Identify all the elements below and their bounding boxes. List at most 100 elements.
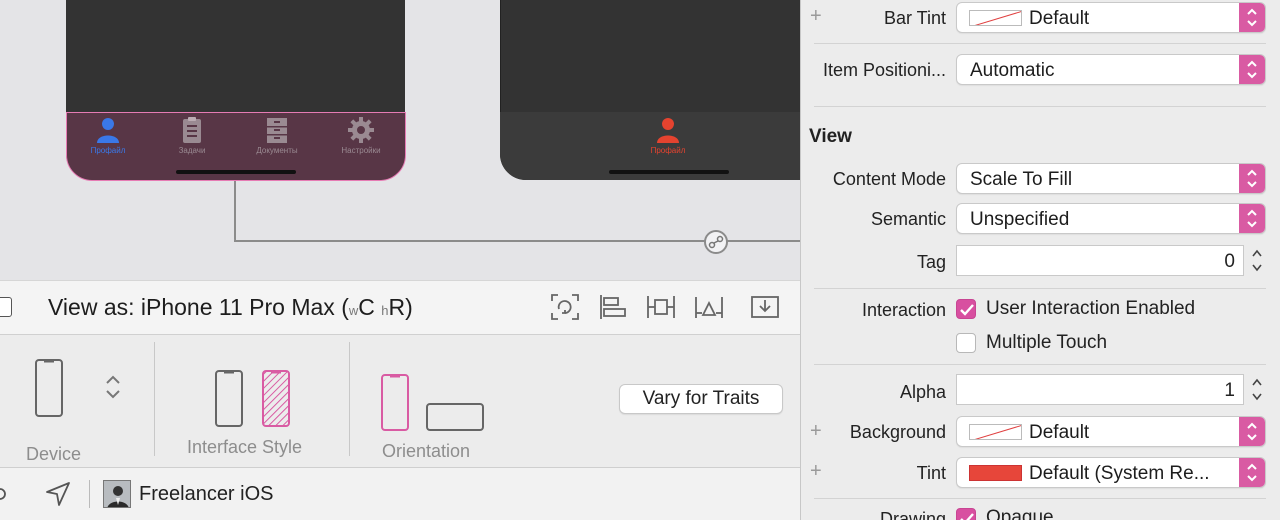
home-indicator-2 [609,170,729,174]
traits-divider [154,342,155,456]
bar-tint-label: Bar Tint [883,8,946,28]
tab-item-profile-2[interactable]: Профайл [628,116,708,155]
color-swatch [969,10,1022,26]
relationship-segue-icon[interactable] [704,230,728,254]
multiple-touch-checkbox[interactable] [956,333,976,353]
align-icon[interactable] [598,293,628,321]
tag-field[interactable]: 0 [956,245,1244,276]
background-value: Default [1029,422,1090,443]
clipboard-icon [183,117,201,143]
item-positioning-label: Item Positioni... [822,60,946,80]
project-avatar [103,480,131,508]
tint-popup[interactable]: Default (System Re... [956,457,1266,488]
tab-item-profile[interactable]: Профайл [68,116,148,155]
update-frames-icon[interactable] [550,293,580,321]
bar-tint-value: Default [1029,8,1090,29]
tab-label-profile-2: Профайл [650,146,686,155]
tag-value: 0 [1224,251,1235,272]
popup-chevron-icon [1239,417,1265,446]
tab-item-tasks[interactable]: Задачи [152,116,232,155]
alpha-field[interactable]: 1 [956,374,1244,405]
view-as-label[interactable]: View as: iPhone 11 Pro Max (wC hR) [48,294,413,321]
multiple-touch-label: Multiple Touch [986,332,1108,353]
tag-stepper[interactable] [1248,245,1266,276]
content-mode-label: Content Mode [832,169,946,189]
home-indicator [176,170,296,174]
inspector-separator [814,288,1266,289]
tab-item-settings[interactable]: Настройки [321,116,401,155]
device-label: Device [26,444,82,464]
semantic-popup[interactable]: Unspecified [956,203,1266,234]
popup-chevron-icon [1239,3,1265,32]
tab-label-profile: Профайл [90,146,126,155]
opaque-checkbox[interactable] [956,508,976,520]
resolve-issues-icon[interactable] [694,293,724,321]
tint-label: Tint [916,463,946,483]
inspector-separator [814,106,1266,107]
device-iphone-icon[interactable] [34,358,64,418]
link-icon[interactable] [0,484,14,504]
portrait-orientation-icon[interactable] [380,373,410,433]
inspector-separator [814,498,1266,499]
person-icon [97,118,119,143]
view-as-device: View as: iPhone 11 Pro Max ( [48,294,349,320]
popup-chevron-icon [1239,458,1265,487]
content-mode-value: Scale To Fill [970,169,1073,190]
project-name: Freelancer iOS [139,483,274,505]
bar-tint-popup[interactable]: Default [956,2,1266,33]
height-class-prefix: h [381,303,389,318]
add-constraints-icon[interactable] [646,293,676,321]
dark-appearance-icon[interactable] [261,369,291,429]
vary-for-traits-button[interactable]: Vary for Traits [619,384,783,414]
orientation-label: Orientation [382,441,471,461]
popup-chevron-icon [1239,55,1265,84]
user-interaction-checkbox[interactable] [956,299,976,319]
cabinet-icon [267,118,287,143]
add-variation-button[interactable]: + [810,5,822,28]
width-class: C [358,294,375,320]
background-label: Background [849,422,946,442]
view-as-suffix: ) [405,294,413,320]
device-stepper-icon[interactable] [104,374,122,400]
interface-style-label: Interface Style [187,437,303,457]
opaque-label: Opaque [986,507,1054,520]
landscape-orientation-icon[interactable] [425,402,485,432]
add-variation-button[interactable]: + [810,420,822,443]
interaction-label: Interaction [861,300,946,320]
inspector-separator [814,43,1266,44]
popup-chevron-icon [1239,164,1265,193]
toggle-outline-checkbox[interactable] [0,297,12,317]
alpha-value: 1 [1224,380,1235,401]
tab-item-documents[interactable]: Документы [237,116,317,155]
color-swatch [969,424,1022,440]
segue-line [234,181,236,241]
tab-label-tasks: Задачи [178,146,206,155]
color-swatch [969,465,1022,481]
view-section-header: View [809,126,852,147]
content-mode-popup[interactable]: Scale To Fill [956,163,1266,194]
tab-label-settings: Настройки [341,146,381,155]
alpha-stepper[interactable] [1248,374,1266,405]
user-interaction-label: User Interaction Enabled [986,298,1196,319]
tint-value: Default (System Re... [1029,463,1210,484]
alpha-label: Alpha [899,382,946,402]
status-separator [89,480,90,508]
background-popup[interactable]: Default [956,416,1266,447]
drawing-label: Drawing [879,509,946,520]
height-class: R [388,294,406,320]
add-variation-button[interactable]: + [810,460,822,483]
light-appearance-icon[interactable] [214,369,244,429]
embed-in-icon[interactable] [750,293,780,321]
traits-divider [349,342,350,456]
popup-chevron-icon [1239,204,1265,233]
item-positioning-popup[interactable]: Automatic [956,54,1266,85]
semantic-label: Semantic [870,209,946,229]
person-icon [657,118,679,143]
width-class-prefix: w [348,303,359,318]
tag-label: Tag [916,252,946,272]
semantic-value: Unspecified [970,209,1070,230]
inspector-separator [814,364,1266,365]
tab-label-documents: Документы [256,146,298,155]
item-positioning-value: Automatic [970,60,1055,81]
location-arrow-icon[interactable] [44,481,72,507]
